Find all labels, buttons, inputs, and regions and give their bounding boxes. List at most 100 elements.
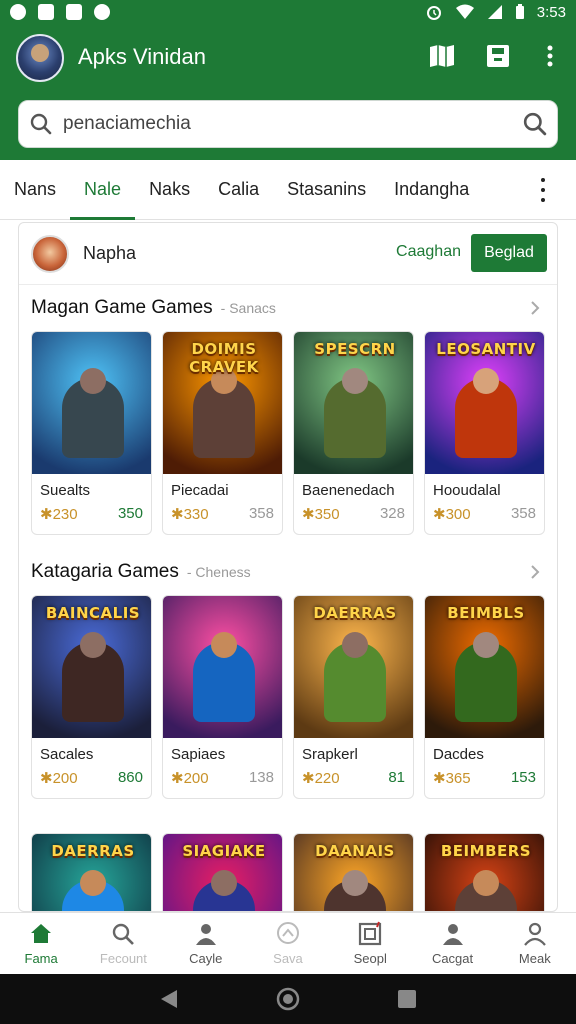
save-icon[interactable] (484, 42, 512, 70)
nav-item-0[interactable]: Fama (0, 913, 82, 974)
game-count: 350 (117, 505, 143, 522)
status-bar: 3:53 (0, 0, 576, 24)
tab-1[interactable]: Nale (70, 160, 136, 220)
game-thumbnail: BEIMBERS (425, 834, 544, 911)
character-head (342, 870, 368, 896)
game-card[interactable]: BEIMBLS Dacdes ✱365 153 (424, 595, 545, 799)
game-count: 328 (379, 505, 405, 522)
game-row: BAINCALIS Sacales ✱200 860 Sapiaes ✱200 138 DAE… (19, 595, 557, 799)
search-icon (113, 923, 135, 945)
search-input[interactable] (63, 104, 513, 144)
game-thumbnail: SIAGIAKE (163, 834, 282, 911)
game-price: ✱330 (171, 506, 209, 523)
game-card[interactable]: BAINCALIS Sacales ✱200 860 (31, 595, 152, 799)
nav-label: Seopl (353, 951, 387, 966)
game-card[interactable]: SIAGIAKE (162, 833, 283, 911)
game-logo-text: DAERRAS (51, 842, 135, 860)
more-options-icon[interactable] (536, 42, 564, 70)
game-price: ✱200 (171, 770, 209, 787)
character-head (211, 870, 237, 896)
game-logo-text: SPESCRN (314, 340, 396, 358)
book-icon[interactable] (428, 42, 456, 70)
home-button-icon[interactable] (276, 987, 300, 1011)
game-card[interactable]: Sapiaes ✱200 138 (162, 595, 283, 799)
game-price: ✱300 (433, 506, 471, 523)
game-name: Baenenedach (302, 482, 395, 499)
game-logo-text: BEIMBLS (447, 604, 525, 622)
search-icon (19, 100, 63, 148)
user-link-button[interactable]: Caaghan (396, 243, 461, 261)
nav-label: Cayle (189, 951, 223, 966)
game-meta: ✱230 350 (32, 499, 151, 523)
section-header[interactable]: Katagaria Games - Cheness (19, 549, 557, 595)
game-row: DAERRAS SIAGIAKE DAANAIS BEIMBERS (19, 833, 557, 911)
nav-item-2[interactable]: Cayle (165, 913, 247, 974)
gallery-icon (66, 4, 82, 20)
game-thumbnail: BEIMBLS (425, 596, 544, 738)
back-icon[interactable] (159, 988, 179, 1010)
tab-3[interactable]: Calia (204, 160, 273, 220)
nav-label: Fama (24, 951, 58, 966)
game-name: Dacdes (433, 746, 484, 763)
nav-item-4[interactable]: Seopl (329, 913, 411, 974)
tab-5[interactable]: Indangha (380, 160, 483, 220)
chevron-right-icon[interactable] (525, 562, 545, 582)
game-count: 860 (117, 769, 143, 786)
game-card[interactable]: DOIMIS CRAVEK Piecadai ✱330 358 (162, 331, 283, 535)
game-logo-text: DAANAIS (315, 842, 395, 860)
nav-label: Fecount (99, 951, 147, 966)
chevron-right-icon[interactable] (525, 298, 545, 318)
search-submit-icon[interactable] (513, 100, 557, 148)
user-action-button[interactable]: Beglad (471, 234, 547, 272)
home-icon (31, 924, 52, 943)
alarm-icon (426, 6, 441, 20)
game-row: Suealts ✱230 350 DOIMIS CRAVEK Piecadai ✱330 3… (19, 331, 557, 535)
tabs-more-icon[interactable] (540, 178, 546, 202)
user-name: Napha (83, 243, 137, 263)
app-avatar[interactable] (16, 34, 64, 82)
search-bar[interactable] (18, 100, 558, 148)
recents-icon[interactable] (397, 989, 417, 1009)
section-title: Magan Game Games (31, 297, 213, 318)
game-card[interactable]: BEIMBERS (424, 833, 545, 911)
game-logo-text: DOIMIS CRAVEK (189, 340, 259, 376)
game-meta: ✱200 138 (163, 763, 282, 787)
battery-icon (515, 4, 524, 19)
nav-item-1[interactable]: Fecount (82, 913, 164, 974)
game-card[interactable]: LEOSANTIV Hooudalal ✱300 358 (424, 331, 545, 535)
game-price: ✱220 (302, 770, 340, 787)
game-thumbnail: LEOSANTIV (425, 332, 544, 474)
nav-label: Cacgat (431, 951, 474, 966)
game-count: 81 (388, 769, 405, 786)
game-thumbnail: SPESCRN (294, 332, 413, 474)
game-count: 153 (510, 769, 536, 786)
notification-icons (10, 4, 110, 20)
section-subtitle: - Cheness (186, 564, 251, 580)
system-navigation-bar (0, 974, 576, 1024)
tab-0[interactable]: Nans (0, 160, 70, 220)
wifi-icon (455, 4, 474, 19)
game-card[interactable]: SPESCRN Baenenedach ✱350 328 (293, 331, 414, 535)
character-head (80, 632, 106, 658)
tab-4[interactable]: Stasanins (273, 160, 380, 220)
character-head (80, 368, 106, 394)
user-avatar[interactable] (31, 234, 69, 273)
game-card[interactable]: DAANAIS (293, 833, 414, 911)
game-card[interactable]: DAERRAS Srapkerl ✱220 81 (293, 595, 414, 799)
character-head (80, 870, 106, 896)
game-thumbnail: DAERRAS (294, 596, 413, 738)
game-card[interactable]: DAERRAS (31, 833, 152, 911)
nav-item-6[interactable]: Meak (494, 913, 576, 974)
game-card[interactable]: Suealts ✱230 350 (31, 331, 152, 535)
game-icon (94, 4, 110, 20)
nav-label: Sava (273, 951, 303, 966)
tab-2[interactable]: Naks (135, 160, 204, 220)
game-meta: ✱220 81 (294, 763, 413, 787)
section-subtitle: - Sanacs (220, 300, 276, 316)
section-header[interactable]: Magan Game Games - Sanacs (19, 285, 557, 331)
game-logo-text: BAINCALIS (45, 604, 141, 622)
nav-item-3[interactable]: Sava (247, 913, 329, 974)
nav-item-5[interactable]: Cacgat (411, 913, 493, 974)
game-count: 358 (510, 505, 536, 522)
